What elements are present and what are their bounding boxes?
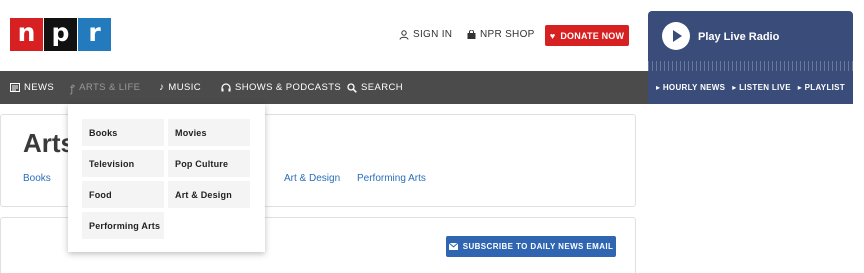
listen-live-link[interactable]: ▸ LISTEN LIVE [732,83,791,92]
live-radio-links: ▸ HOURLY NEWS ▸ LISTEN LIVE ▸ PLAYLIST [648,71,853,104]
dropdown-item-food[interactable]: Food [82,181,164,208]
sign-in-label: SIGN IN [413,29,453,40]
arts-life-dropdown: Books Movies Television Pop Culture Food… [68,104,265,252]
music-note-icon: ♪ [159,82,165,93]
shop-label: NPR SHOP [480,29,535,40]
logo-letter-r: r [78,18,111,51]
logo-letter-n: n [10,18,43,51]
main-navbar: NEWS ꝭ ARTS & LIFE ♪ MUSIC SHOWS & PODCA… [0,71,648,104]
listen-live-label: LISTEN LIVE [739,83,791,92]
sign-in-link[interactable]: SIGN IN [399,29,452,40]
logo-letter-p: p [44,18,77,51]
dropdown-item-pop-culture[interactable]: Pop Culture [168,150,250,177]
subscribe-label: SUBSCRIBE TO DAILY NEWS EMAIL [462,242,614,251]
playlist-label: PLAYLIST [804,83,845,92]
hourly-news-label: HOURLY NEWS [662,83,726,92]
nav-search[interactable]: SEARCH [347,71,403,104]
dropdown-item-performing-arts[interactable]: Performing Arts [82,212,164,239]
subscribe-button[interactable]: SUBSCRIBE TO DAILY NEWS EMAIL [446,236,616,257]
subnav-performing-arts[interactable]: Performing Arts [357,173,426,184]
hourly-news-link[interactable]: ▸ HOURLY NEWS [656,83,725,92]
shopping-bag-icon [467,30,476,39]
dropdown-item-movies[interactable]: Movies [168,119,250,146]
npr-logo[interactable]: n p r [10,18,112,51]
nav-search-label: SEARCH [361,82,403,93]
play-icon[interactable] [662,22,690,50]
audio-wave-decoration [648,61,853,71]
dropdown-item-television[interactable]: Television [82,150,164,177]
search-icon [347,82,357,93]
live-radio-module: Play Live Radio ▸ HOURLY NEWS ▸ LISTEN L… [648,11,853,104]
subnav-books[interactable]: Books [23,173,51,184]
nav-shows-podcasts[interactable]: SHOWS & PODCASTS [221,71,341,104]
newspaper-icon [10,83,20,92]
donate-button[interactable]: ♥ DONATE NOW [545,25,629,46]
nav-news-label: NEWS [24,82,55,93]
nav-arts-label: ARTS & LIFE [79,82,141,93]
subnav-art-design[interactable]: Art & Design [284,173,340,184]
nav-shows-label: SHOWS & PODCASTS [235,82,342,93]
nav-music[interactable]: ♪ MUSIC [159,71,201,104]
dropdown-item-art-design[interactable]: Art & Design [168,181,250,208]
nav-arts-life[interactable]: ꝭ ARTS & LIFE [70,71,140,104]
user-icon [399,29,409,40]
heart-icon: ♥ [549,30,556,41]
nav-news[interactable]: NEWS [10,71,54,104]
dancer-icon: ꝭ [70,83,76,95]
playlist-link[interactable]: ▸ PLAYLIST [798,83,845,92]
npr-shop-link[interactable]: NPR SHOP [467,29,535,40]
dropdown-item-books[interactable]: Books [82,119,164,146]
donate-label: DONATE NOW [560,30,625,41]
play-live-radio-label[interactable]: Play Live Radio [698,31,779,43]
mail-icon [448,243,458,250]
nav-music-label: MUSIC [168,82,202,93]
headphones-icon [221,83,231,92]
